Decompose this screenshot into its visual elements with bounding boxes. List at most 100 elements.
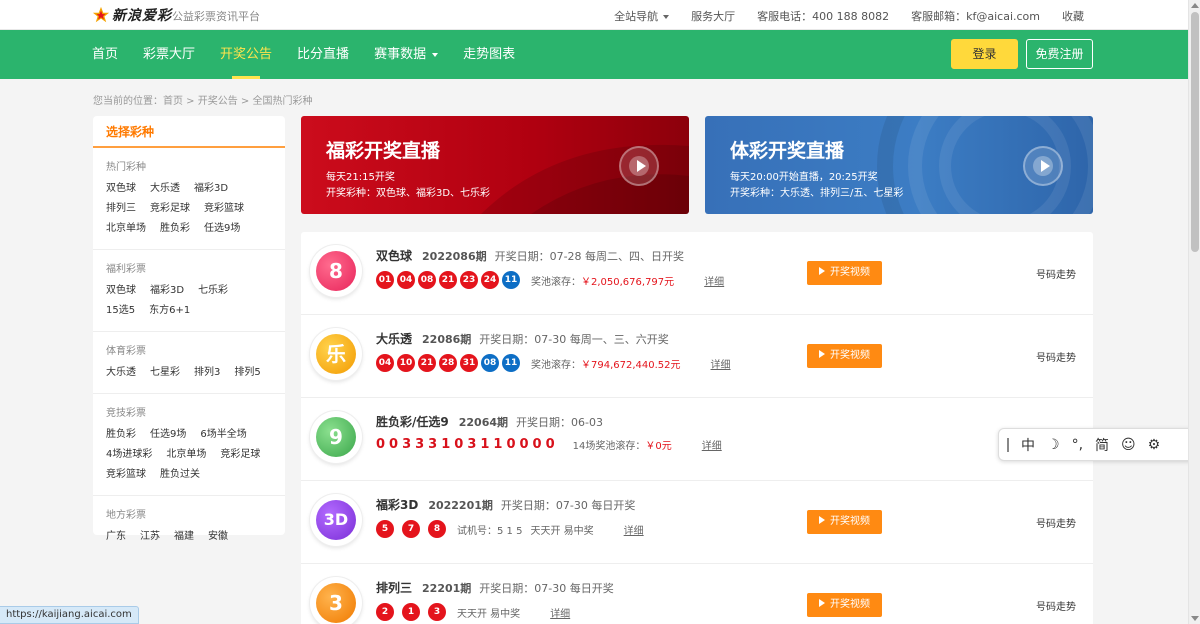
sidebar-lottery-link[interactable]: 竞彩足球 — [220, 445, 260, 465]
lottery-issue: 2022086期 — [422, 250, 487, 263]
red-ball: 01 — [376, 271, 394, 289]
sidebar-lottery-link[interactable]: 任选9场 — [150, 425, 186, 445]
lottery-row-sfc: 9 胜负彩/任选9 22064期 开奖日期：06-03 00333103110000… — [301, 398, 1093, 481]
dlt-logo-icon: 乐 — [310, 328, 362, 380]
detail-link[interactable]: 详细 — [550, 605, 570, 620]
lottery-name[interactable]: 双色球 — [376, 249, 412, 263]
sidebar-group-title: 竞技彩票 — [106, 408, 146, 419]
sidebar-lottery-link[interactable]: 安徽 — [208, 527, 228, 547]
sfc-logo-text: 9 — [316, 417, 356, 457]
login-button[interactable]: 登录 — [951, 39, 1018, 69]
draw-video-button[interactable]: 开奖视频 — [807, 344, 882, 368]
ime-drag-handle[interactable] — [1007, 437, 1009, 452]
sidebar-lottery-link[interactable]: 北京单场 — [106, 219, 146, 239]
site-logo[interactable]: 新浪爱彩 — [92, 5, 172, 25]
sidebar-lottery-link[interactable]: 15选5 — [106, 301, 135, 321]
lottery-name[interactable]: 大乐透 — [376, 332, 412, 346]
ime-chinese-mode[interactable]: 中 — [1021, 435, 1035, 455]
sidebar-group: 地方彩票广东 江苏 福建 安徽 — [93, 496, 285, 557]
nav-lottery-hall[interactable]: 彩票大厅 — [143, 30, 195, 79]
play-icon[interactable] — [619, 146, 659, 186]
scroll-thumb[interactable] — [1191, 12, 1199, 252]
lottery-row-ssq: 8 双色球 2022086期 开奖日期：07-28 每周二、四、日开奖 01 04 … — [301, 232, 1093, 315]
red-ball: 21 — [418, 354, 436, 372]
jackpot-pool: 奖池滚存：￥2,050,676,797元 — [531, 273, 674, 288]
ime-punctuation-icon[interactable]: °, — [1072, 437, 1083, 453]
video-label: 开奖视频 — [830, 350, 870, 361]
nav-live-score[interactable]: 比分直播 — [297, 30, 349, 79]
scroll-up-icon[interactable] — [1191, 3, 1199, 8]
draw-numbers: 00333103110000 14场奖池滚存：￥0元 详细 — [376, 437, 722, 452]
lottery-row-dlt: 乐 大乐透 22086期 开奖日期：07-30 每周一、三、六开奖 04 10 21… — [301, 315, 1093, 398]
lottery-name[interactable]: 排列三 — [376, 581, 412, 595]
sidebar-lottery-link[interactable]: 七乐彩 — [198, 281, 228, 301]
sidebar-group-title: 热门彩种 — [106, 162, 146, 173]
site-nav-link[interactable]: 全站导航 — [614, 8, 670, 24]
sidebar-lottery-link[interactable]: 胜负彩 — [106, 425, 136, 445]
sidebar-lottery-link[interactable]: 排列3 — [194, 363, 220, 383]
sidebar-lottery-link[interactable]: 福建 — [174, 527, 194, 547]
draw-date: 开奖日期：07-30 每周一、三、六开奖 — [479, 333, 669, 346]
sidebar-lottery-link[interactable]: 双色球 — [106, 281, 136, 301]
sidebar-lottery-link[interactable]: 6场半全场 — [200, 425, 246, 445]
detail-link[interactable]: 详细 — [711, 356, 731, 371]
lottery-name[interactable]: 福彩3D — [376, 498, 418, 512]
lottery-name[interactable]: 胜负彩/任选9 — [376, 415, 449, 429]
sidebar-lottery-link[interactable]: 任选9场 — [204, 219, 240, 239]
sidebar-lottery-link[interactable]: 竞彩篮球 — [106, 465, 146, 485]
red-ball: 31 — [460, 354, 478, 372]
ime-settings-icon[interactable]: ⚙ — [1148, 437, 1161, 453]
sidebar-lottery-link[interactable]: 广东 — [106, 527, 126, 547]
ime-emoji-icon[interactable]: ☺ — [1121, 437, 1136, 453]
draw-video-button[interactable]: 开奖视频 — [807, 593, 882, 617]
lottery-row-3d: 3D 福彩3D 2022201期 开奖日期：07-30 每日开奖 5 7 8 试机号… — [301, 481, 1093, 564]
service-hall-link[interactable]: 服务大厅 — [691, 8, 735, 24]
sidebar-lottery-link[interactable]: 福彩3D — [150, 281, 184, 301]
ime-moon-icon[interactable]: ☽ — [1047, 437, 1060, 453]
sidebar-lottery-link[interactable]: 胜负彩 — [160, 219, 190, 239]
nav-home[interactable]: 首页 — [92, 30, 118, 79]
sidebar-lottery-link[interactable]: 东方6+1 — [149, 301, 190, 321]
detail-link[interactable]: 详细 — [702, 437, 722, 452]
number-trend-link[interactable]: 号码走势 — [1036, 515, 1076, 530]
sidebar-lottery-link[interactable]: 大乐透 — [106, 363, 136, 383]
nav-trend-charts[interactable]: 走势图表 — [463, 30, 515, 79]
draw-video-button[interactable]: 开奖视频 — [807, 510, 882, 534]
sidebar-lottery-link[interactable]: 胜负过关 — [160, 465, 200, 485]
detail-link[interactable]: 详细 — [704, 273, 724, 288]
play-icon[interactable] — [1023, 146, 1063, 186]
sidebar-lottery-link[interactable]: 竞彩足球 — [150, 199, 190, 219]
jackpot-pool: 奖池滚存：￥794,672,440.52元 — [531, 356, 681, 371]
ime-simplified-mode[interactable]: 简 — [1095, 435, 1109, 455]
sidebar-lottery-link[interactable]: 福彩3D — [194, 179, 228, 199]
fc3d-logo-icon: 3D — [310, 494, 362, 546]
ticai-live-banner[interactable]: 体彩开奖直播 每天20:00开始直播，20:25开奖 开奖彩种：大乐透、排列三/… — [705, 116, 1093, 214]
sidebar-lottery-link[interactable]: 七星彩 — [150, 363, 180, 383]
draw-numbers: 01 04 08 21 23 24 11 奖池滚存：￥2,050,676,797… — [376, 271, 724, 289]
nav-match-data[interactable]: 赛事数据 — [374, 30, 439, 79]
sidebar-lottery-link[interactable]: 排列三 — [106, 199, 136, 219]
main-nav: 首页 彩票大厅 开奖公告 比分直播 赛事数据 走势图表 登录 免费注册 — [0, 30, 1188, 79]
daily-draw-note: 天天开 易中奖 — [530, 525, 594, 537]
favorite-link[interactable]: 收藏 — [1062, 8, 1084, 24]
sidebar-lottery-link[interactable]: 北京单场 — [166, 445, 206, 465]
number-trend-link[interactable]: 号码走势 — [1036, 598, 1076, 613]
fucai-live-banner[interactable]: 福彩开奖直播 每天21:15开奖 开奖彩种：双色球、福彩3D、七乐彩 — [301, 116, 689, 214]
sidebar-group-title: 地方彩票 — [106, 510, 146, 521]
scroll-down-icon[interactable] — [1191, 616, 1199, 621]
sidebar-lottery-link[interactable]: 江苏 — [140, 527, 160, 547]
sidebar-lottery-link[interactable]: 排列5 — [234, 363, 260, 383]
detail-link[interactable]: 详细 — [624, 522, 644, 537]
sidebar-lottery-link[interactable]: 双色球 — [106, 179, 136, 199]
number-trend-link[interactable]: 号码走势 — [1036, 266, 1076, 281]
red-ball: 7 — [402, 520, 420, 538]
sidebar-lottery-link[interactable]: 4场进球彩 — [106, 445, 152, 465]
number-trend-link[interactable]: 号码走势 — [1036, 349, 1076, 364]
draw-video-button[interactable]: 开奖视频 — [807, 261, 882, 285]
register-button[interactable]: 免费注册 — [1026, 39, 1093, 69]
nav-draw-results[interactable]: 开奖公告 — [220, 30, 272, 79]
sidebar-lottery-link[interactable]: 竞彩篮球 — [204, 199, 244, 219]
page-scrollbar[interactable] — [1188, 0, 1200, 624]
sidebar-lottery-link[interactable]: 大乐透 — [150, 179, 180, 199]
play-icon — [819, 350, 825, 358]
